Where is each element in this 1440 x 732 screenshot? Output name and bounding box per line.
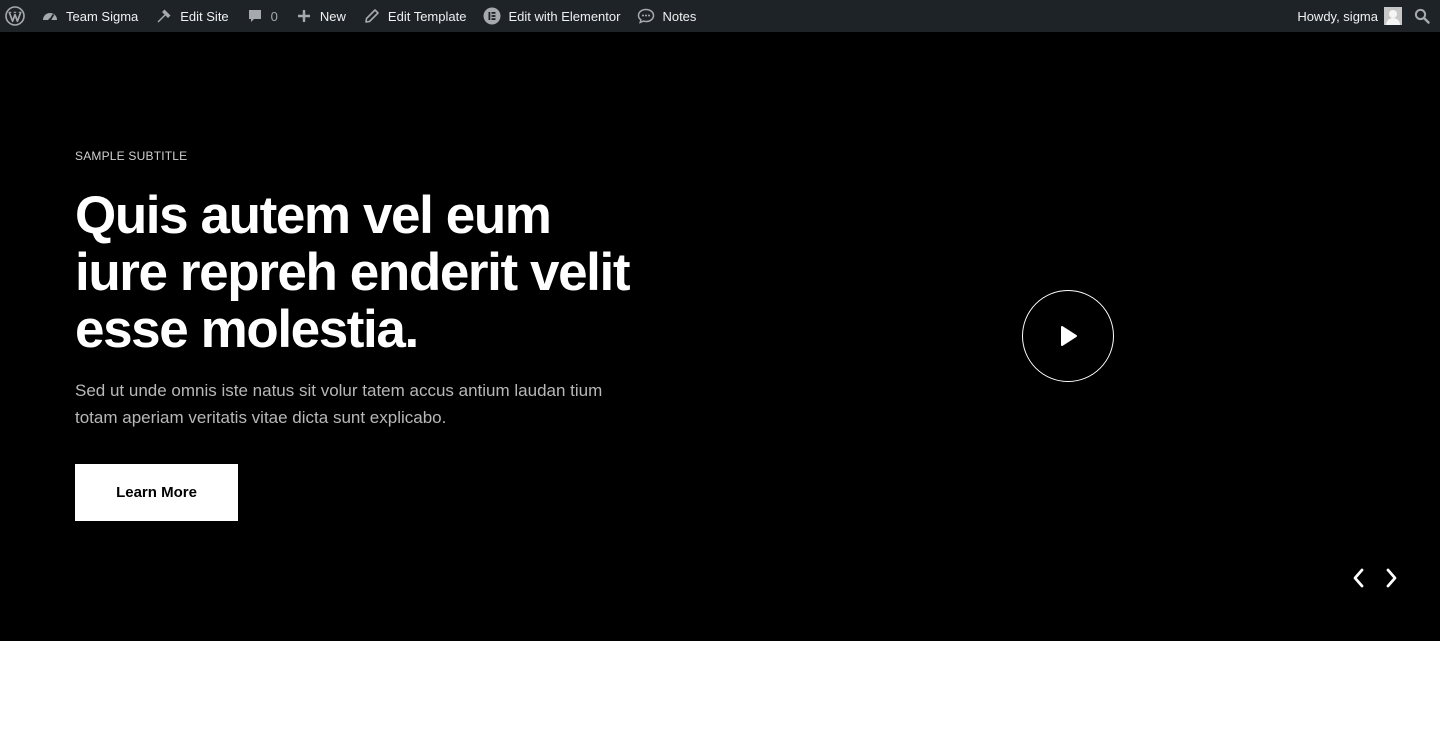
new-content-link[interactable]: New — [286, 0, 354, 32]
learn-more-button[interactable]: Learn More — [75, 464, 238, 521]
notes-label: Notes — [662, 8, 697, 24]
slider-next-button[interactable] — [1380, 564, 1404, 592]
new-label: New — [319, 8, 346, 24]
avatar — [1384, 7, 1402, 25]
hero-description: Sed ut unde omnis iste natus sit volur t… — [75, 381, 603, 427]
comment-icon — [245, 6, 265, 26]
my-account-link[interactable]: Howdy, sigma — [1289, 0, 1402, 32]
notes-link[interactable]: Notes — [628, 0, 704, 32]
edit-template-link[interactable]: Edit Template — [354, 0, 475, 32]
hero-slider: SAMPLE SUBTITLE Quis autem vel eum iure … — [0, 32, 1440, 641]
admin-bar-right: Howdy, sigma — [1289, 0, 1440, 32]
hammer-icon — [154, 6, 174, 26]
pencil-icon — [362, 6, 382, 26]
howdy-greeting: Howdy, sigma — [1297, 8, 1378, 24]
edit-site-link[interactable]: Edit Site — [146, 0, 236, 32]
admin-bar: Team Sigma Edit Site 0 New Edit Template… — [0, 0, 1440, 32]
comment-count: 0 — [270, 8, 278, 24]
site-name-link[interactable]: Team Sigma — [32, 0, 146, 32]
wordpress-menu[interactable] — [0, 0, 32, 32]
comments-link[interactable]: 0 — [237, 0, 286, 32]
slider-prev-button[interactable] — [1346, 564, 1370, 592]
hero-headline: Quis autem vel eum iure repreh enderit v… — [75, 186, 630, 359]
chevron-right-icon — [1385, 567, 1399, 589]
wordpress-logo-icon — [5, 6, 25, 26]
plus-icon — [294, 6, 314, 26]
search-icon[interactable] — [1412, 6, 1432, 26]
hero-subtitle: SAMPLE SUBTITLE — [75, 149, 188, 163]
site-name-label: Team Sigma — [66, 8, 139, 24]
play-icon — [1057, 324, 1079, 348]
edit-site-label: Edit Site — [180, 8, 229, 24]
edit-with-elementor-link[interactable]: Edit with Elementor — [474, 0, 628, 32]
edit-with-elementor-label: Edit with Elementor — [508, 8, 621, 24]
dashboard-icon — [40, 6, 60, 26]
notes-icon — [636, 6, 656, 26]
admin-bar-left: Team Sigma Edit Site 0 New Edit Template… — [0, 0, 704, 32]
play-video-button[interactable] — [1022, 290, 1114, 382]
elementor-icon — [482, 6, 502, 26]
chevron-left-icon — [1351, 567, 1365, 589]
edit-template-label: Edit Template — [387, 8, 467, 24]
